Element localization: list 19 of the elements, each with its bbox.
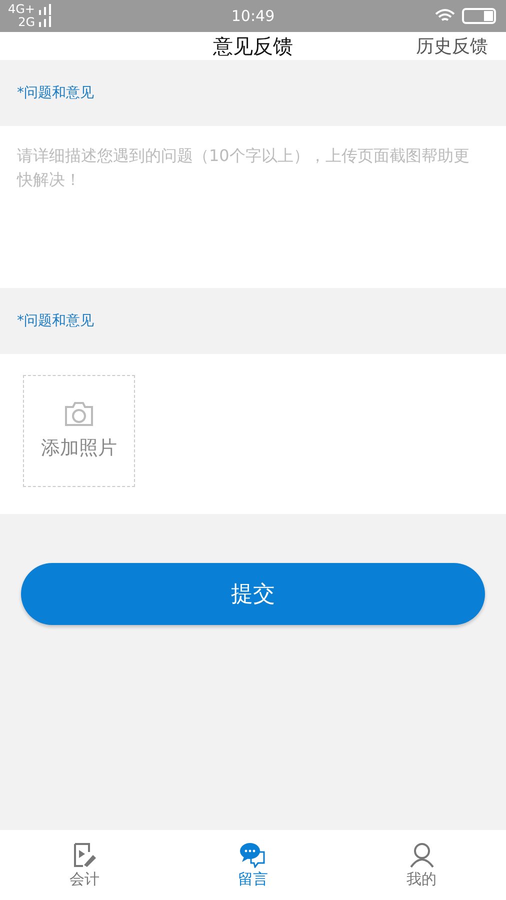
page-title: 意见反馈: [213, 32, 293, 60]
camera-icon: [63, 401, 95, 427]
battery-icon: [462, 8, 498, 24]
tab[interactable]: 留言: [168, 830, 338, 900]
add-photo-button[interactable]: 添加照片: [23, 375, 135, 487]
user-icon: [408, 842, 435, 868]
network-label: 2G: [18, 16, 35, 29]
network-label: 4G+: [8, 3, 35, 16]
signal-icon: [38, 4, 52, 28]
clock: 10:49: [231, 7, 275, 25]
document-edit-icon: [71, 842, 98, 868]
section-label: *问题和意见: [16, 312, 95, 331]
feedback-field[interactable]: 请详细描述您遇到的问题（10个字以上），上传页面截图帮助更快解决！: [0, 126, 506, 288]
submit-button[interactable]: 提交: [21, 563, 485, 625]
chat-icon: [239, 842, 267, 868]
section-label: *问题和意见: [16, 84, 95, 103]
tab[interactable]: 我的: [337, 830, 506, 900]
history-link[interactable]: 历史反馈: [416, 34, 488, 58]
tab[interactable]: 会计: [0, 830, 169, 900]
